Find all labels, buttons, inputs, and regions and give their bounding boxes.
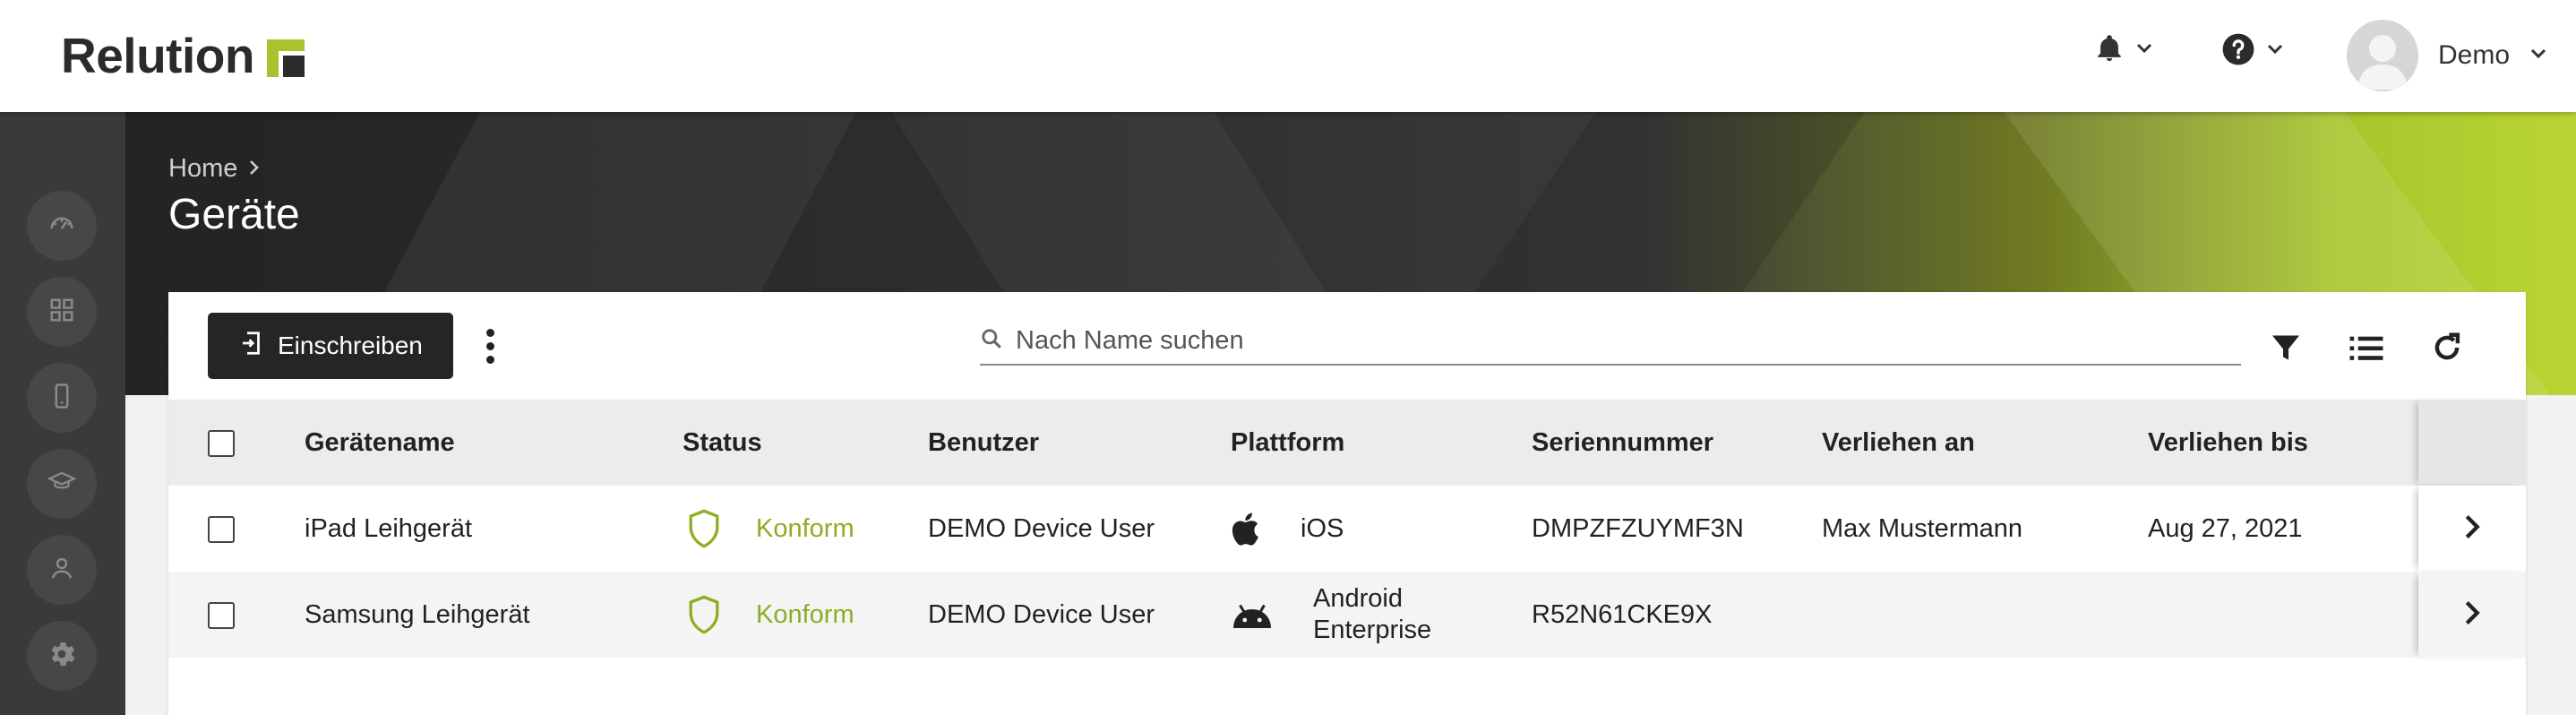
devices-card: Einschreiben Gerätename Status Benutzer … [168, 292, 2526, 715]
search-input[interactable] [1016, 325, 2241, 356]
serial-number: DMPZFZUYMF3N [1532, 513, 1744, 543]
platform-name-line1: Android [1313, 584, 1403, 614]
column-header-actions [2418, 400, 2526, 486]
enroll-button-label: Einschreiben [278, 332, 423, 359]
table-row[interactable]: Samsung Leihgerät Konform DEMO Device Us… [168, 572, 2526, 658]
lent-to: Max Mustermann [1822, 513, 2023, 543]
sidebar [0, 112, 125, 715]
row-detail-button[interactable] [2418, 572, 2526, 658]
column-header-lent-to[interactable]: Verliehen an [1822, 400, 1975, 486]
filter-icon[interactable] [2266, 328, 2306, 367]
platform-name-line2: Enterprise [1313, 616, 1432, 644]
chevron-down-icon [2135, 42, 2153, 59]
sidebar-item-settings[interactable] [27, 621, 97, 691]
device-name: Samsung Leihgerät [305, 599, 530, 629]
chevron-right-icon [2463, 513, 2481, 545]
sidebar-item-dashboard[interactable] [27, 191, 97, 261]
help-icon [2221, 32, 2255, 71]
user-icon [48, 555, 75, 586]
page-title: Geräte [168, 191, 300, 238]
chevron-right-icon [248, 154, 261, 184]
logo-text: Relution [61, 28, 254, 83]
android-icon [1231, 572, 1274, 658]
user-name: Demo [2438, 40, 2511, 70]
smartphone-icon [48, 383, 75, 414]
chevron-down-icon [2266, 43, 2284, 60]
column-header-status[interactable]: Status [683, 400, 762, 486]
search-icon [980, 327, 1003, 355]
user-name-cell: DEMO Device User [928, 599, 1155, 629]
table-header: Gerätename Status Benutzer Plattform Ser… [168, 400, 2526, 486]
column-header-device-name[interactable]: Gerätename [305, 400, 455, 486]
search-field [980, 317, 2241, 366]
user-name-cell: DEMO Device User [928, 513, 1155, 543]
sidebar-item-devices[interactable] [27, 363, 97, 433]
row-checkbox[interactable] [208, 602, 235, 629]
bell-icon [2094, 32, 2125, 69]
apple-icon [1229, 486, 1267, 572]
breadcrumb-home[interactable]: Home [168, 154, 237, 184]
dashboard-gauge-icon [48, 211, 75, 242]
refresh-icon[interactable] [2427, 328, 2467, 367]
enroll-icon [240, 330, 263, 363]
platform-name: iOS [1301, 513, 1344, 543]
help-menu[interactable] [2221, 32, 2284, 71]
avatar [2347, 20, 2418, 91]
column-header-user[interactable]: Benutzer [928, 400, 1039, 486]
breadcrumb: Home [168, 154, 261, 184]
chevron-right-icon [2463, 599, 2481, 631]
column-header-serial[interactable]: Seriennummer [1532, 400, 1713, 486]
chevron-down-icon [2529, 47, 2547, 65]
serial-number: R52N61CKE9X [1532, 599, 1713, 629]
enroll-button[interactable]: Einschreiben [208, 313, 453, 379]
column-header-platform[interactable]: Plattform [1231, 400, 1344, 486]
grid-icon [48, 297, 75, 328]
shield-icon [686, 572, 722, 658]
graduation-cap-icon [47, 469, 77, 500]
select-all-checkbox[interactable] [208, 430, 235, 457]
platform-name: Android Enterprise [1313, 572, 1431, 658]
table-row[interactable]: iPad Leihgerät Konform DEMO Device User … [168, 486, 2526, 572]
notifications-menu[interactable] [2094, 32, 2153, 69]
sidebar-item-apps[interactable] [27, 277, 97, 347]
status-badge: Konform [756, 513, 854, 543]
status-badge: Konform [756, 599, 854, 629]
column-header-lent-until[interactable]: Verliehen bis [2148, 400, 2308, 486]
lent-until: Aug 27, 2021 [2148, 513, 2303, 543]
user-menu[interactable]: Demo [2347, 20, 2547, 91]
device-name: iPad Leihgerät [305, 513, 473, 543]
relution-logo[interactable]: Relution [61, 27, 305, 84]
sidebar-item-users[interactable] [27, 535, 97, 605]
shield-icon [686, 486, 722, 572]
top-header: Relution Demo [0, 0, 2576, 112]
row-checkbox[interactable] [208, 516, 235, 543]
sidebar-item-education[interactable] [27, 449, 97, 519]
logo-mark-icon [266, 39, 305, 77]
list-view-icon[interactable] [2347, 328, 2386, 367]
row-detail-button[interactable] [2418, 486, 2526, 572]
gear-icon [46, 638, 78, 675]
more-options-icon[interactable] [477, 319, 503, 373]
